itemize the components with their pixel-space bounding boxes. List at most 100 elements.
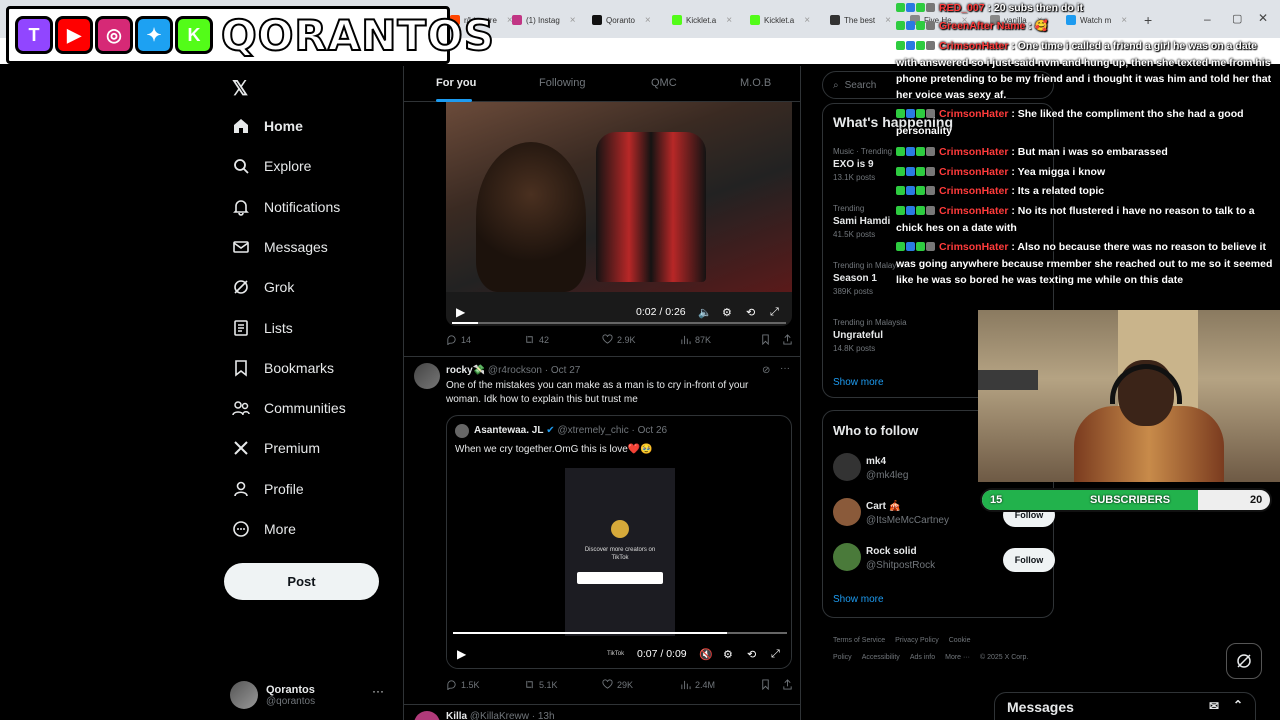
browser-tab[interactable]: Qoranto × bbox=[592, 10, 651, 30]
repost-button[interactable]: 5.1K bbox=[524, 679, 558, 690]
bookmark-button[interactable] bbox=[760, 334, 771, 345]
more-horizontal-icon[interactable]: ··· bbox=[780, 363, 790, 374]
settings-icon[interactable]: ⚙ bbox=[722, 306, 732, 319]
nav-item-lists[interactable]: Lists bbox=[232, 310, 293, 346]
nav-item-grok[interactable]: Grok bbox=[232, 269, 294, 305]
nav-item-bookmarks[interactable]: Bookmarks bbox=[232, 350, 334, 386]
nav-item-more[interactable]: More bbox=[232, 511, 296, 547]
chat-badges bbox=[896, 240, 936, 256]
settings-icon[interactable]: ⚙ bbox=[723, 648, 733, 661]
video-player[interactable]: ▶ 0:02 / 0:26 🔈 ⚙ ⟲ ⤢ bbox=[446, 102, 792, 326]
suggestion-handle[interactable]: @ShitpostRock bbox=[866, 560, 935, 571]
suggestion-handle[interactable]: @ItsMeMcCartney bbox=[866, 515, 949, 526]
loop-icon[interactable]: ⟲ bbox=[747, 648, 756, 661]
compose-message-icon[interactable]: ✉ bbox=[1209, 699, 1219, 713]
views-button[interactable]: 87K bbox=[680, 334, 711, 345]
quote-tweet[interactable]: Asantewaa. JL ✔ @xtremely_chic · Oct 26 … bbox=[446, 415, 792, 669]
fullscreen-icon[interactable]: ⤢ bbox=[771, 648, 780, 661]
tab-close-icon[interactable]: × bbox=[570, 15, 576, 26]
like-button[interactable]: 2.9K bbox=[602, 334, 636, 345]
browser-tab[interactable]: Kicklet.a × bbox=[672, 10, 732, 30]
share-button[interactable] bbox=[782, 679, 793, 690]
tab-close-icon[interactable]: × bbox=[645, 15, 651, 26]
messages-drawer[interactable]: Messages ✉ ⌃ bbox=[994, 692, 1256, 720]
nav-item-profile[interactable]: Profile bbox=[232, 471, 304, 507]
tab-for-you[interactable]: For you bbox=[436, 77, 476, 89]
footer-link[interactable]: Privacy Policy bbox=[895, 637, 939, 644]
share-icon bbox=[783, 334, 792, 345]
x-logo-icon[interactable]: 𝕏 bbox=[232, 76, 248, 101]
nav-item-home[interactable]: Home bbox=[232, 108, 303, 144]
nav-item-notifications[interactable]: Notifications bbox=[232, 189, 340, 225]
more-horizontal-icon[interactable]: ··· bbox=[372, 684, 384, 698]
nav-item-explore[interactable]: Explore bbox=[232, 148, 311, 184]
bookmark-icon bbox=[762, 334, 769, 345]
tiktok-video-player[interactable]: Discover more creators on TikTok ▶ TikTo… bbox=[447, 464, 791, 668]
browser-tab[interactable]: The best × bbox=[830, 10, 891, 30]
account-switcher[interactable]: Qorantos @qorantos ··· bbox=[230, 678, 390, 712]
author-handle[interactable]: @r4rockson bbox=[488, 365, 542, 376]
tab-following[interactable]: Following bbox=[539, 77, 585, 89]
share-button[interactable] bbox=[782, 334, 793, 345]
nav-item-communities[interactable]: Communities bbox=[232, 390, 346, 426]
browser-tab[interactable]: (1) Instag × bbox=[512, 10, 576, 30]
nav-item-premium[interactable]: Premium bbox=[232, 430, 320, 466]
loop-icon[interactable]: ⟲ bbox=[746, 306, 755, 319]
tab-mob[interactable]: M.O.B bbox=[740, 77, 771, 89]
tweet-date[interactable]: · 13h bbox=[532, 711, 555, 720]
mute-icon[interactable]: 🔇 bbox=[699, 648, 713, 661]
tab-close-icon[interactable]: × bbox=[804, 15, 810, 26]
views-button[interactable]: 2.4M bbox=[680, 679, 715, 690]
expand-icon[interactable]: ⌃ bbox=[1233, 698, 1243, 712]
footer-link[interactable]: Ads info bbox=[910, 654, 935, 661]
view-count: 2.4M bbox=[695, 679, 716, 690]
avatar[interactable] bbox=[833, 453, 861, 481]
repost-icon bbox=[526, 680, 533, 689]
tab-close-icon[interactable]: × bbox=[726, 15, 732, 26]
tweet[interactable]: Killa @KillaKreww · 13h bbox=[404, 705, 800, 720]
volume-icon[interactable]: 🔈 bbox=[698, 306, 712, 319]
follow-button[interactable]: Follow bbox=[1003, 548, 1055, 572]
avatar[interactable] bbox=[414, 363, 440, 389]
post-button[interactable]: Post bbox=[224, 563, 379, 600]
bookmark-button[interactable] bbox=[760, 679, 771, 690]
repost-button[interactable]: 42 bbox=[524, 334, 549, 345]
chat-badges bbox=[896, 39, 936, 55]
fullscreen-icon[interactable]: ⤢ bbox=[770, 306, 779, 319]
like-button[interactable]: 29K bbox=[602, 679, 633, 690]
footer-link[interactable]: © 2025 X Corp. bbox=[980, 654, 1028, 661]
play-icon[interactable]: ▶ bbox=[456, 305, 465, 319]
nav-item-messages[interactable]: Messages bbox=[232, 229, 328, 265]
suggestion-name[interactable]: mk4 bbox=[866, 456, 886, 467]
suggestion-handle[interactable]: @mk4leg bbox=[866, 470, 908, 481]
instagram-icon: ◎ bbox=[95, 16, 133, 54]
reply-button[interactable]: 1.5K bbox=[446, 679, 480, 690]
trend-item[interactable]: Trending in Malaysia Ungrateful 14.8K post… bbox=[833, 318, 973, 353]
suggestion-name[interactable]: Cart 🎪 bbox=[866, 501, 901, 512]
footer-link[interactable]: Accessibility bbox=[862, 654, 900, 661]
footer-link[interactable]: Terms of Service bbox=[833, 637, 885, 644]
tab-close-icon[interactable]: × bbox=[885, 15, 891, 26]
tweet-date[interactable]: · Oct 27 bbox=[545, 365, 581, 376]
show-more-link[interactable]: Show more bbox=[833, 377, 884, 388]
author-name[interactable]: Killa bbox=[446, 711, 467, 720]
avatar[interactable] bbox=[414, 711, 440, 720]
browser-tab[interactable]: Kicklet.a × bbox=[750, 10, 810, 30]
avatar[interactable] bbox=[833, 543, 861, 571]
video-progress-track[interactable] bbox=[453, 632, 787, 634]
play-icon[interactable]: ▶ bbox=[457, 647, 466, 661]
grok-icon[interactable]: ⊘ bbox=[762, 365, 770, 376]
avatar[interactable] bbox=[833, 498, 861, 526]
tab-qmc[interactable]: QMC bbox=[651, 77, 677, 89]
reply-button[interactable]: 14 bbox=[446, 334, 471, 345]
show-more-link[interactable]: Show more bbox=[833, 594, 884, 605]
grok-button[interactable] bbox=[1226, 643, 1262, 679]
tweet[interactable]: rocky💸 @r4rockson · Oct 27 ⊘ ··· One of … bbox=[404, 357, 800, 697]
chat-username: CrimsonHater bbox=[939, 185, 1009, 197]
follow-suggestion[interactable]: Rock solid @ShitpostRock Follow bbox=[833, 543, 1055, 575]
suggestion-name[interactable]: Rock solid bbox=[866, 546, 917, 557]
chat-username: CrimsonHater bbox=[939, 241, 1009, 253]
author-name[interactable]: rocky💸 bbox=[446, 365, 485, 376]
author-handle[interactable]: @KillaKreww bbox=[470, 711, 529, 720]
footer-link[interactable]: More ··· bbox=[945, 654, 970, 661]
